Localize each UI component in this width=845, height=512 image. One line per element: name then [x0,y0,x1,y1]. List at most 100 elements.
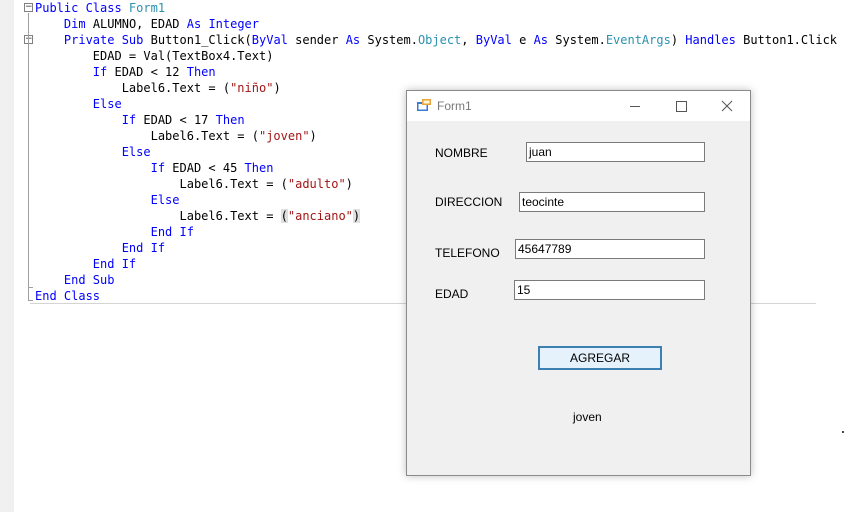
code-token: If [121,113,137,127]
code-token: Object [417,33,462,47]
code-token: Label6.Text = [35,209,281,223]
code-token: Label6.Text = ( [35,177,288,191]
code-line[interactable]: Label6.Text = ("anciano") [35,208,361,224]
code-line[interactable]: Else [35,192,180,208]
code-token: As [533,33,549,47]
code-token: Form1 [128,1,166,15]
nombre-label: NOMBRE [435,146,488,160]
code-token: "adulto" [287,177,346,191]
code-token: EDAD = Val(TextBox4.Text) [35,49,274,63]
code-token: ) [352,209,361,223]
class-fold-guide [28,13,29,301]
code-token: Label6.Text = ( [35,129,259,143]
code-token: Private Sub [63,33,144,47]
minimize-button[interactable] [612,91,658,121]
agregar-button[interactable]: AGREGAR [538,346,662,370]
code-line[interactable]: End If [35,256,136,272]
code-token: Then [244,161,274,175]
code-line[interactable]: Dim ALUMNO, EDAD As Integer [35,16,259,32]
code-token: Else [92,97,122,111]
code-token: Else [121,145,151,159]
code-line[interactable]: If EDAD < 12 Then [35,64,216,80]
code-line[interactable]: If EDAD < 45 Then [35,160,274,176]
code-token: ALUMNO, EDAD [85,17,187,31]
maximize-icon [676,101,687,112]
code-token: As [345,33,361,47]
window-title: Form1 [437,99,472,113]
code-token: EDAD < 12 [107,65,187,79]
code-token: Button1_Click( [143,33,252,47]
direccion-label: DIRECCION [435,195,503,209]
nombre-input[interactable]: juan [526,142,705,162]
edad-label: EDAD [435,287,469,301]
minimize-icon [630,106,640,107]
code-token: "niño" [230,81,274,95]
form-app-icon [417,99,431,111]
code-token: Public Class [35,1,129,15]
code-token: ( [280,209,288,223]
code-token: ) [273,81,281,95]
window-titlebar[interactable]: Form1 [407,91,750,121]
code-line[interactable]: Label6.Text = ("joven") [35,128,317,144]
code-token: If [150,161,166,175]
direccion-input[interactable]: teocinte [519,192,705,212]
code-line[interactable]: EDAD = Val(TextBox4.Text) [35,48,274,64]
code-line[interactable]: Public Class Form1 [35,0,165,16]
code-token: As [186,17,202,31]
code-token: ) [670,33,686,47]
collapse-class-icon[interactable]: − [24,3,33,12]
code-token: End If [150,225,194,239]
code-line[interactable]: Private Sub Button1_Click(ByVal sender A… [35,32,837,48]
close-icon [721,100,733,112]
close-button[interactable] [704,91,750,121]
code-line[interactable]: End If [35,240,165,256]
code-line[interactable]: End Class [35,288,100,304]
code-token: If [92,65,108,79]
code-line[interactable]: Label6.Text = ("niño") [35,80,281,96]
telefono-label: TELEFONO [435,246,500,260]
code-token: EventArgs [605,33,671,47]
code-token: Handles [685,33,736,47]
code-token: End Sub [63,273,115,287]
code-token: Dim [63,17,86,31]
code-token: System. [360,33,418,47]
code-line[interactable]: Else [35,144,151,160]
code-token: ) [309,129,317,143]
maximize-button[interactable] [658,91,704,121]
sub-fold-end [28,287,33,288]
telefono-input[interactable]: 45647789 [515,239,705,259]
code-line[interactable]: End If [35,224,194,240]
code-token: ByVal [251,33,288,47]
class-fold-end [28,300,33,301]
code-token: EDAD < 17 [136,113,216,127]
code-token: Label6.Text = ( [35,81,231,95]
code-token: e [511,33,534,47]
edad-input[interactable]: 15 [514,280,705,300]
code-token: ByVal [475,33,512,47]
code-token: sender [287,33,346,47]
code-token: , [461,33,476,47]
code-token: System. [548,33,606,47]
code-token: Then [215,113,245,127]
code-token: End Class [35,289,101,303]
form1-window[interactable]: Form1 NOMBRE juan DIRECCION teocinte TEL… [406,90,751,476]
code-line[interactable]: Label6.Text = ("adulto") [35,176,353,192]
cursor-mark [842,431,844,433]
code-token: ) [345,177,353,191]
code-token: Integer [208,17,260,31]
code-token: Else [150,193,180,207]
code-token: Button1.Click [735,33,838,47]
code-line[interactable]: End Sub [35,272,115,288]
code-line[interactable]: Else [35,96,122,112]
code-token: End If [121,241,166,255]
code-line[interactable]: If EDAD < 17 Then [35,112,245,128]
